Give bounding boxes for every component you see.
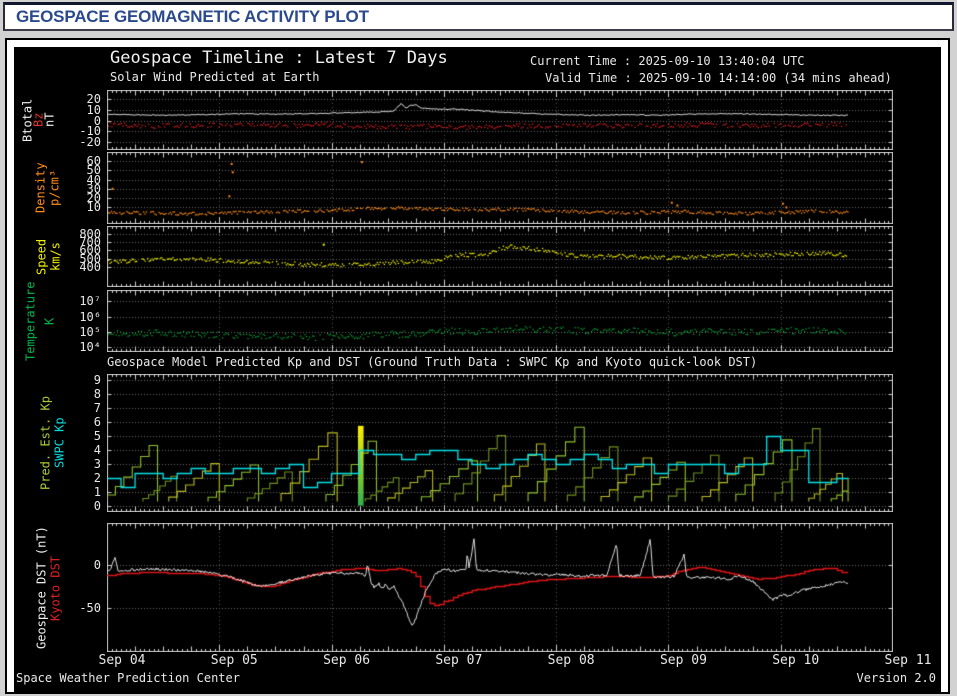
y-axis-title-swpc-kp: SWPC Kp bbox=[52, 417, 67, 469]
plot-subtitle: Solar Wind Predicted at Earth bbox=[110, 70, 320, 84]
chart-panel-speed bbox=[107, 226, 893, 287]
y-axis-title-k: K bbox=[42, 317, 57, 325]
y-axis-title-kyoto-dst: Kyoto DST bbox=[48, 554, 63, 621]
plot-main-title: Geospace Timeline : Latest 7 Days bbox=[110, 48, 448, 68]
page-title: GEOSPACE GEOMAGNETIC ACTIVITY PLOT bbox=[16, 7, 369, 26]
x-axis-label: Sep 11 bbox=[884, 653, 932, 668]
model-section-title: Geospace Model Predicted Kp and DST (Gro… bbox=[107, 355, 758, 369]
header-bar: GEOSPACE GEOMAGNETIC ACTIVITY PLOT bbox=[3, 2, 954, 31]
x-axis-label: Sep 10 bbox=[772, 653, 820, 668]
chart-panel-temperature bbox=[107, 290, 893, 352]
chart-panel-bfield bbox=[107, 90, 893, 150]
footer-version: Version 2.0 bbox=[856, 671, 936, 685]
x-axis-label: Sep 09 bbox=[659, 653, 707, 668]
y-tick-label-temperature: 10⁷ bbox=[79, 294, 101, 309]
current-time-label: Current Time : 2025-09-10 13:40:04 UTC bbox=[530, 54, 805, 68]
chart-panel-kp bbox=[107, 374, 893, 512]
y-tick-label-temperature: 10⁵ bbox=[79, 325, 101, 340]
chart-panel-density bbox=[107, 152, 893, 224]
y-axis-title-temperature: Temperature bbox=[23, 281, 38, 361]
x-axis-label: Sep 05 bbox=[210, 653, 258, 668]
x-axis-label: Sep 07 bbox=[435, 653, 483, 668]
plot-window: Geospace Timeline : Latest 7 Days Solar … bbox=[5, 38, 950, 694]
footer-org: Space Weather Prediction Center bbox=[16, 671, 240, 685]
x-axis-label: Sep 06 bbox=[323, 653, 371, 668]
x-axis-label: Sep 08 bbox=[547, 653, 595, 668]
valid-time-label: Valid Time : 2025-09-10 14:14:00 (34 min… bbox=[545, 71, 892, 85]
chart-panel-dst bbox=[107, 523, 893, 652]
y-tick-label-temperature: 10⁶ bbox=[79, 309, 101, 324]
y-tick-label-temperature: 10⁴ bbox=[79, 340, 101, 355]
x-axis-label: Sep 04 bbox=[98, 653, 146, 668]
plot-area: Geospace Timeline : Latest 7 Days Solar … bbox=[14, 47, 941, 692]
